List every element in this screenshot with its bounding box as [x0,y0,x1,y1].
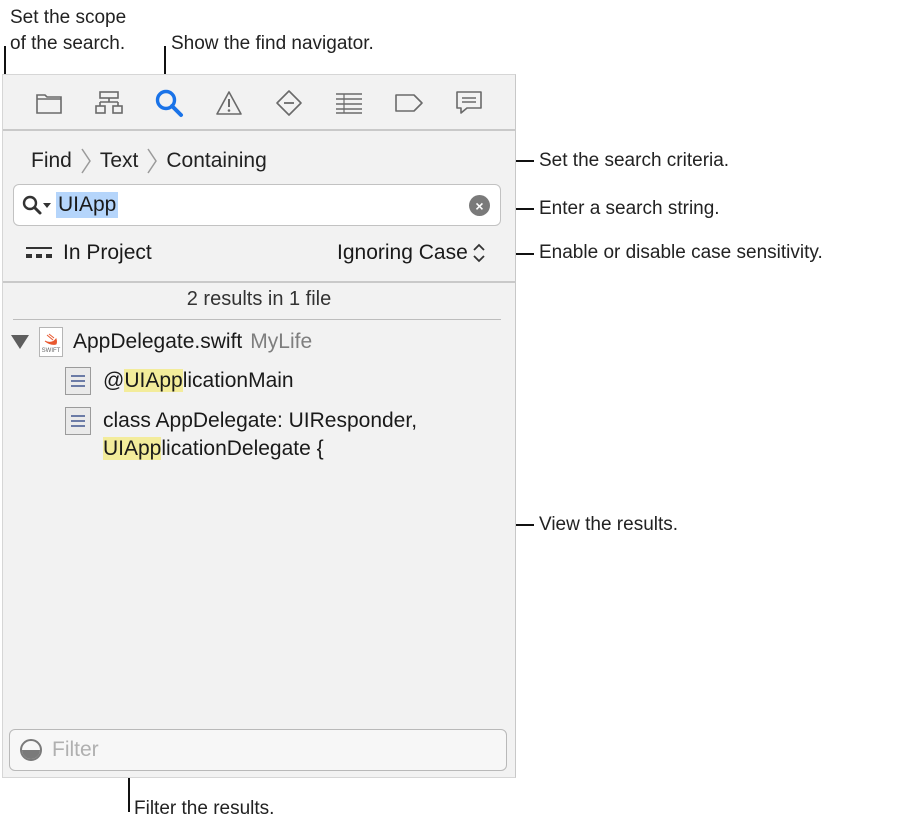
swift-file-icon-label: SWIFT [41,348,61,354]
scope-label: In Project [63,241,152,264]
search-icon[interactable] [153,87,185,119]
match-prefix: @ [103,369,125,392]
source-line-icon [65,407,91,435]
up-down-chevron-icon [473,243,485,263]
result-file-name: AppDelegate.swift [73,330,243,353]
results-divider [3,281,515,283]
case-label: Ignoring Case [337,241,468,264]
callout-enter-string: Enter a search string. [539,198,720,219]
filter-field[interactable]: Filter [9,729,507,771]
breadcrumb-find[interactable]: Find [31,149,72,173]
filter-icon [20,739,42,761]
callout-scope: Set the scope of the search. [10,5,126,57]
match-rest: licationDelegate { [161,437,324,460]
scope-selector[interactable]: In Project [25,241,152,265]
result-match-row[interactable]: class AppDelegate: UIResponder, UIApplic… [65,407,417,463]
match-line1: class AppDelegate: UIResponder, [103,409,418,432]
results-summary: 2 results in 1 file [186,288,332,310]
match-text: class AppDelegate: UIResponder, UIApplic… [103,407,417,463]
result-match-row[interactable]: @UIApplicationMain [65,367,294,395]
callout-criteria: Set the search criteria. [539,150,730,171]
case-sensitivity-popup[interactable]: Ignoring Case [337,241,486,265]
breadcrumb-containing[interactable]: Containing [166,149,266,173]
chevron-right-icon [81,148,91,174]
scope-icon [26,247,52,258]
callout-filter: Filter the results. [134,798,275,819]
tag-icon[interactable] [393,87,425,119]
folder-icon[interactable] [33,87,65,119]
breakpoint-icon[interactable] [273,87,305,119]
match-rest: licationMain [182,369,294,392]
breadcrumb-text[interactable]: Text [100,149,139,173]
match-highlight: UIApp [124,369,183,392]
clear-search-icon[interactable]: × [469,195,490,216]
find-navigator-panel: Find Text Containing UIApp × In Project … [2,74,516,778]
navigator-toolbar [3,75,515,131]
search-options-icon[interactable] [22,195,52,217]
warning-icon[interactable] [213,87,245,119]
chevron-right-icon [147,148,158,174]
callout-case: Enable or disable case sensitivity. [539,242,823,263]
report-list-icon[interactable] [333,87,365,119]
result-file-row[interactable]: SWIFT AppDelegate.swift MyLife [11,327,312,357]
breadcrumb: Find Text Containing [31,147,267,175]
match-text: @UIApplicationMain [103,367,294,395]
search-input-value: UIApp [56,192,119,218]
source-line-icon [65,367,91,395]
swift-file-icon: SWIFT [39,327,63,357]
callout-scope-line2: of the search. [10,33,126,54]
callout-scope-line1: Set the scope [10,7,127,28]
search-input[interactable]: UIApp × [13,184,501,226]
filter-placeholder: Filter [52,738,99,761]
match-highlight: UIApp [103,437,162,460]
results-summary-divider [13,319,501,320]
callout-view-results: View the results. [539,514,679,535]
comment-icon[interactable] [453,87,485,119]
hierarchy-icon[interactable] [93,87,125,119]
disclosure-triangle-icon[interactable] [11,335,29,349]
result-project-name: MyLife [250,330,313,353]
callout-show-find: Show the find navigator. [171,33,374,54]
